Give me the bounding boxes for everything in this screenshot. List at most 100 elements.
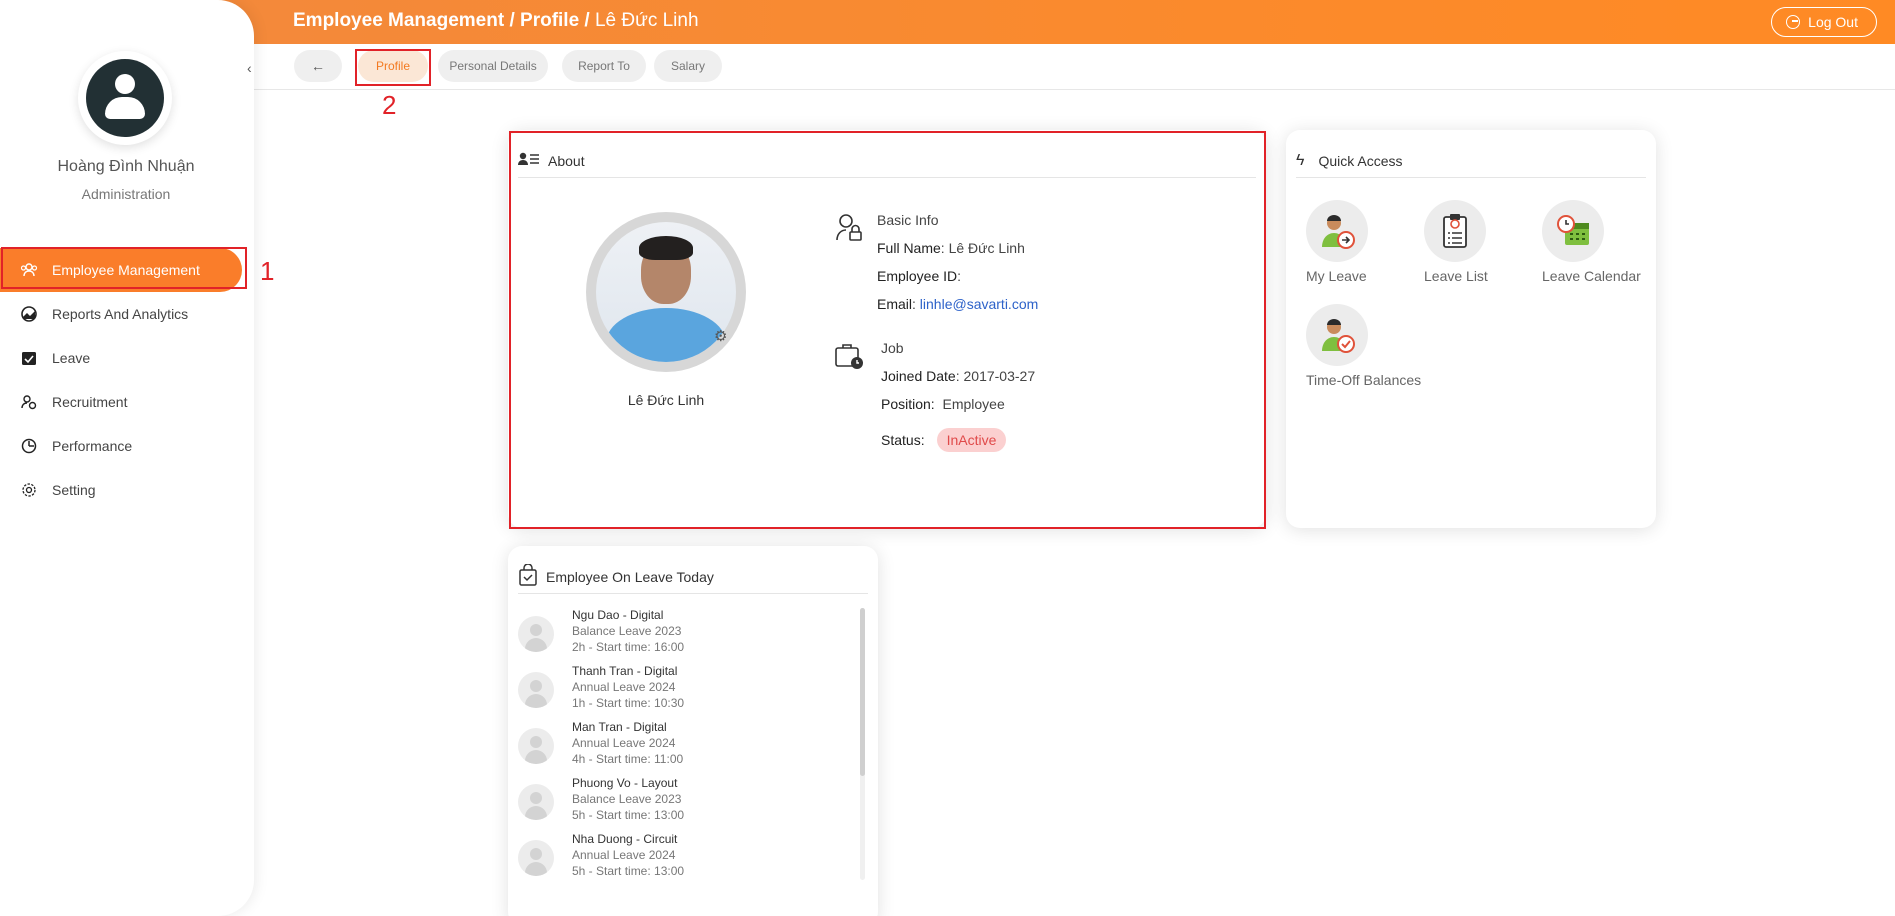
joined-value: : 2017-03-27 xyxy=(955,368,1036,384)
photo-settings-gear-icon[interactable]: ⚙ xyxy=(714,327,727,345)
chart-icon xyxy=(20,305,38,323)
back-button[interactable]: ← xyxy=(294,50,342,82)
arrow-left-icon: ← xyxy=(311,58,325,74)
user-name: Hoàng Đình Nhuận xyxy=(57,158,195,175)
position-label: Position: xyxy=(881,396,935,412)
list-item[interactable]: Phuong Vo - Layout Balance Leave 2023 5h… xyxy=(518,776,858,832)
avatar xyxy=(518,784,554,820)
calendar-check-icon xyxy=(20,349,38,367)
leave-today-list: Ngu Dao - Digital Balance Leave 2023 2h … xyxy=(518,608,858,888)
collapse-sidebar-chevron-icon[interactable]: ‹ xyxy=(247,60,252,76)
email-sep: : xyxy=(912,296,920,312)
gear-icon xyxy=(20,481,38,499)
basic-info-title: Basic Info xyxy=(877,212,939,228)
status-badge: InActive xyxy=(936,428,1007,452)
sidebar-item-employee-management[interactable]: Employee Management xyxy=(0,248,242,292)
quick-access-card: ϟ Quick Access My Leave Leave List Leave… xyxy=(1286,130,1656,528)
joined-row: Joined Date: 2017-03-27 xyxy=(881,368,1035,396)
tab-profile[interactable]: Profile xyxy=(358,50,428,82)
annotation-number-2: 2 xyxy=(382,90,397,120)
quick-access-title: Quick Access xyxy=(1318,152,1403,169)
leave-employee-name: Ngu Dao - Digital xyxy=(572,608,664,622)
user-avatar-icon xyxy=(86,59,164,137)
position-value: Employee xyxy=(942,396,1005,412)
email-link[interactable]: linhle@savarti.com xyxy=(920,296,1038,312)
breadcrumb-profile[interactable]: Profile / xyxy=(520,10,590,31)
list-item[interactable]: Man Tran - Digital Annual Leave 2024 4h … xyxy=(518,720,858,776)
avatar xyxy=(518,672,554,708)
leave-employee-name: Thanh Tran - Digital xyxy=(572,664,678,678)
recruit-icon xyxy=(20,393,38,411)
leave-today-header: Employee On Leave Today xyxy=(518,560,868,594)
annotation-number-1: 1 xyxy=(260,256,275,286)
leave-time: 2h - Start time: 16:00 xyxy=(572,640,685,654)
tab-personal-details[interactable]: Personal Details xyxy=(438,50,548,82)
sidebar-item-setting[interactable]: Setting xyxy=(0,468,254,512)
leave-calendar-icon xyxy=(1542,200,1604,262)
employee-id-label: Employee ID xyxy=(877,268,958,284)
leave-list-scrollbar[interactable] xyxy=(860,608,865,880)
logout-button[interactable]: Log Out xyxy=(1771,7,1877,37)
list-item[interactable]: Nha Duong - Circuit Annual Leave 2024 5h… xyxy=(518,832,858,888)
leave-type: Annual Leave 2024 xyxy=(572,680,676,694)
users-icon xyxy=(20,261,38,279)
leave-type: Balance Leave 2023 xyxy=(572,792,682,806)
sidebar-item-label: Performance xyxy=(52,438,133,454)
job-block: Job Joined Date: 2017-03-27 Position: Em… xyxy=(881,340,1035,456)
email-label: Email xyxy=(877,296,913,312)
leave-employee-name: Phuong Vo - Layout xyxy=(572,776,678,790)
avatar xyxy=(518,840,554,876)
sidebar-item-label: Recruitment xyxy=(52,394,128,410)
avatar xyxy=(518,616,554,652)
tab-salary[interactable]: Salary xyxy=(654,50,722,82)
quick-access-leave-list[interactable]: Leave List xyxy=(1424,200,1544,284)
list-item[interactable]: Ngu Dao - Digital Balance Leave 2023 2h … xyxy=(518,608,858,664)
sidebar-item-performance[interactable]: Performance xyxy=(0,424,254,468)
quick-access-label: Time-Off Balances xyxy=(1306,372,1422,388)
sidebar: Hoàng Đình Nhuận Administration Employee… xyxy=(0,0,254,916)
user-role: Administration xyxy=(81,186,171,202)
sidebar-item-leave[interactable]: Leave xyxy=(0,336,254,380)
breadcrumb: Employee Management / Profile / Lê Đức L… xyxy=(293,10,699,32)
leave-employee-name: Nha Duong - Circuit xyxy=(572,832,678,846)
quick-access-leave-calendar[interactable]: Leave Calendar xyxy=(1542,200,1652,284)
list-item[interactable]: Thanh Tran - Digital Annual Leave 2024 1… xyxy=(518,664,858,720)
sidebar-nav: Employee Management Reports And Analytic… xyxy=(0,248,254,512)
quick-access-label: Leave Calendar xyxy=(1542,268,1641,284)
leave-time: 5h - Start time: 13:00 xyxy=(572,864,685,878)
employee-id-value: : xyxy=(957,268,962,284)
full-name-value: : Lê Đức Linh xyxy=(940,240,1025,256)
logout-label: Log Out xyxy=(1808,14,1858,30)
basic-info-icon xyxy=(835,212,863,245)
lightning-icon: ϟ xyxy=(1296,151,1305,169)
avatar[interactable] xyxy=(78,51,172,145)
breadcrumb-employee-management[interactable]: Employee Management / xyxy=(293,10,515,31)
job-title: Job xyxy=(881,340,904,356)
sidebar-item-recruitment[interactable]: Recruitment xyxy=(0,380,254,424)
tabs-bar: ← Profile Personal Details Report To Sal… xyxy=(254,44,1895,90)
about-header: About xyxy=(518,144,1256,178)
breadcrumb-current: Lê Đức Linh xyxy=(594,10,699,31)
quick-access-label: Leave List xyxy=(1424,268,1488,284)
tab-report-to[interactable]: Report To xyxy=(562,50,646,82)
sidebar-item-label: Employee Management xyxy=(52,262,200,278)
joined-label: Joined Date xyxy=(881,368,956,384)
quick-access-time-off-balances[interactable]: Time-Off Balances xyxy=(1306,304,1446,388)
employee-id-row: Employee ID: xyxy=(877,268,1038,296)
shopping-bag-check-icon xyxy=(518,563,538,589)
briefcase-clock-icon xyxy=(835,342,865,373)
status-label: Status: xyxy=(881,432,925,448)
leave-time: 4h - Start time: 11:00 xyxy=(572,752,684,766)
quick-access-my-leave[interactable]: My Leave xyxy=(1306,200,1426,284)
basic-info-block: Basic Info Full Name: Lê Đức Linh Employ… xyxy=(877,212,1038,324)
leave-type: Annual Leave 2024 xyxy=(572,848,676,862)
employee-name: Lê Đức Linh xyxy=(627,392,705,408)
time-off-balances-icon xyxy=(1306,304,1368,366)
sidebar-item-reports-and-analytics[interactable]: Reports And Analytics xyxy=(0,292,254,336)
leave-type: Balance Leave 2023 xyxy=(572,624,682,638)
scrollbar-thumb[interactable] xyxy=(860,608,865,776)
user-list-icon xyxy=(518,152,540,169)
leave-type: Annual Leave 2024 xyxy=(572,736,676,750)
logout-icon xyxy=(1786,15,1801,29)
position-row: Position: Employee xyxy=(881,396,1035,424)
